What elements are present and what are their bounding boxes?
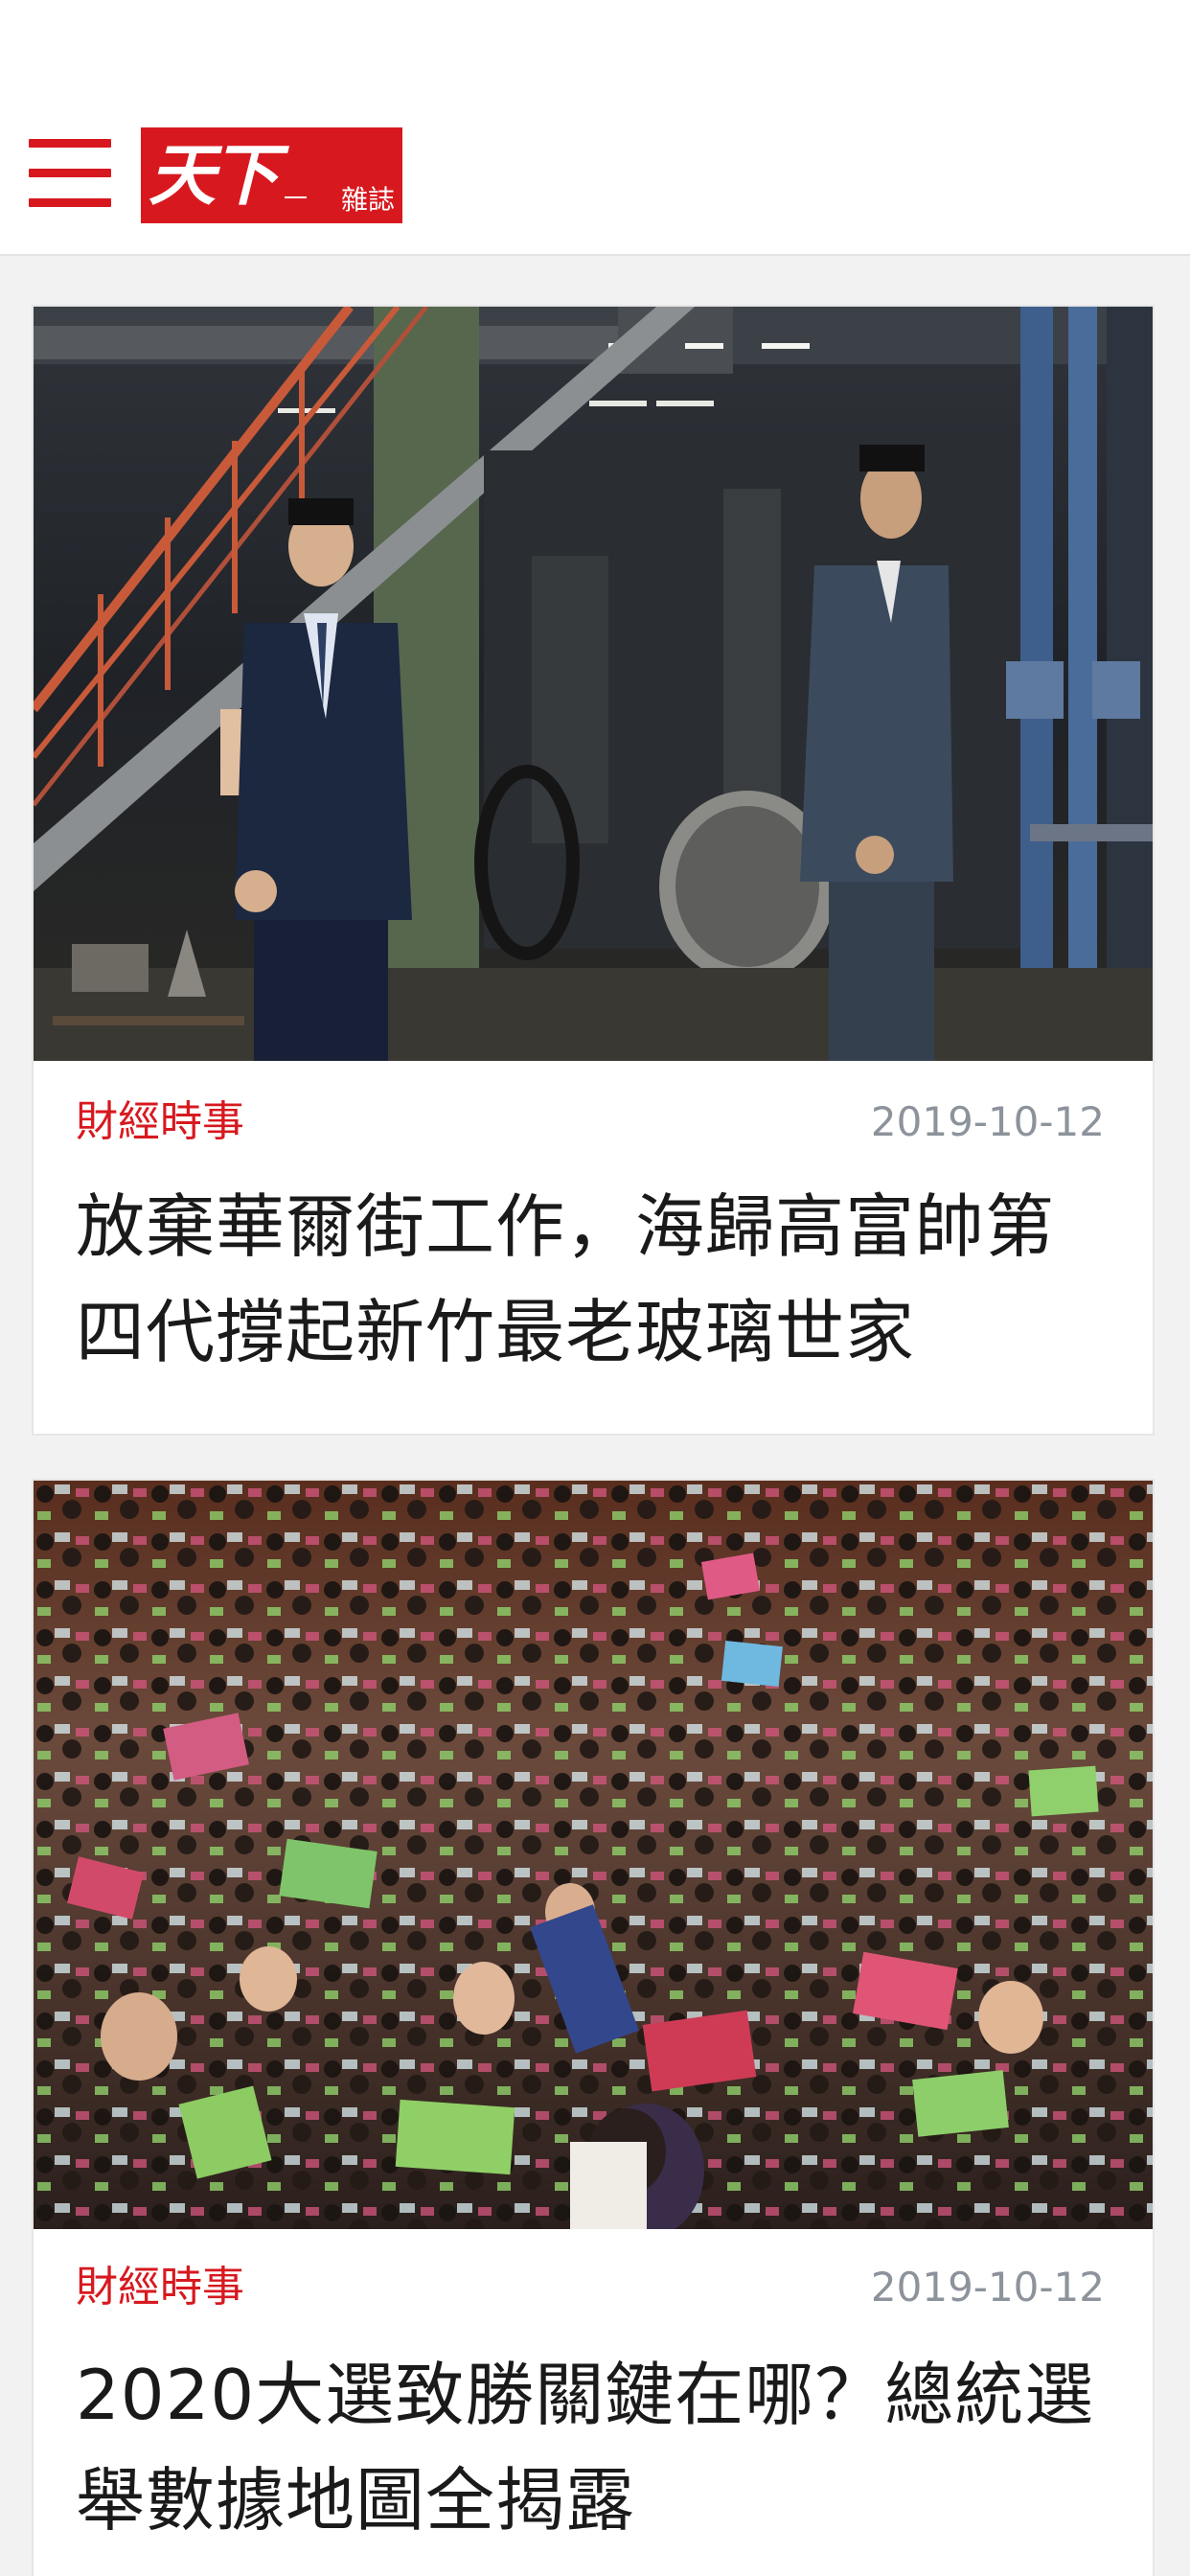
article-title[interactable]: 放棄華爾街工作，海歸高富帥第四代撐起新竹最老玻璃世家 <box>76 1174 1120 1385</box>
article-category[interactable]: 財經時事 <box>76 1098 244 1146</box>
article-card[interactable]: 財經時事 2019-10-12 2020大選致勝關鍵在哪？總統選舉數據地圖全揭露 <box>32 1479 1155 2576</box>
article-photo[interactable] <box>34 1481 1153 2229</box>
menu-bar <box>29 139 111 148</box>
article-category[interactable]: 財經時事 <box>76 2264 244 2312</box>
rally-crowd-image <box>34 1481 1153 2229</box>
hamburger-menu-icon[interactable] <box>29 139 111 212</box>
article-title[interactable]: 2020大選致勝關鍵在哪？總統選舉數據地圖全揭露 <box>76 2342 1120 2553</box>
page: 天下 雜誌 財經時事 2019-10-12 放棄華爾街工作，海歸高富帥第四代撐起… <box>0 0 1190 2576</box>
logo-underline <box>285 196 307 198</box>
article-photo[interactable] <box>34 307 1153 1061</box>
logo-main-text: 天下 <box>149 135 279 215</box>
factory-portrait-image <box>34 307 1153 1061</box>
menu-bar <box>29 198 111 207</box>
app-header: 天下 雜誌 <box>0 0 1190 256</box>
article-date: 2019-10-12 <box>870 1098 1105 1145</box>
commonwealth-magazine-logo[interactable]: 天下 雜誌 <box>141 127 402 223</box>
article-card[interactable]: 財經時事 2019-10-12 放棄華爾街工作，海歸高富帥第四代撐起新竹最老玻璃… <box>32 305 1155 1436</box>
article-date: 2019-10-12 <box>870 2264 1105 2311</box>
logo-sub-text: 雜誌 <box>340 184 395 216</box>
menu-bar <box>29 169 111 177</box>
